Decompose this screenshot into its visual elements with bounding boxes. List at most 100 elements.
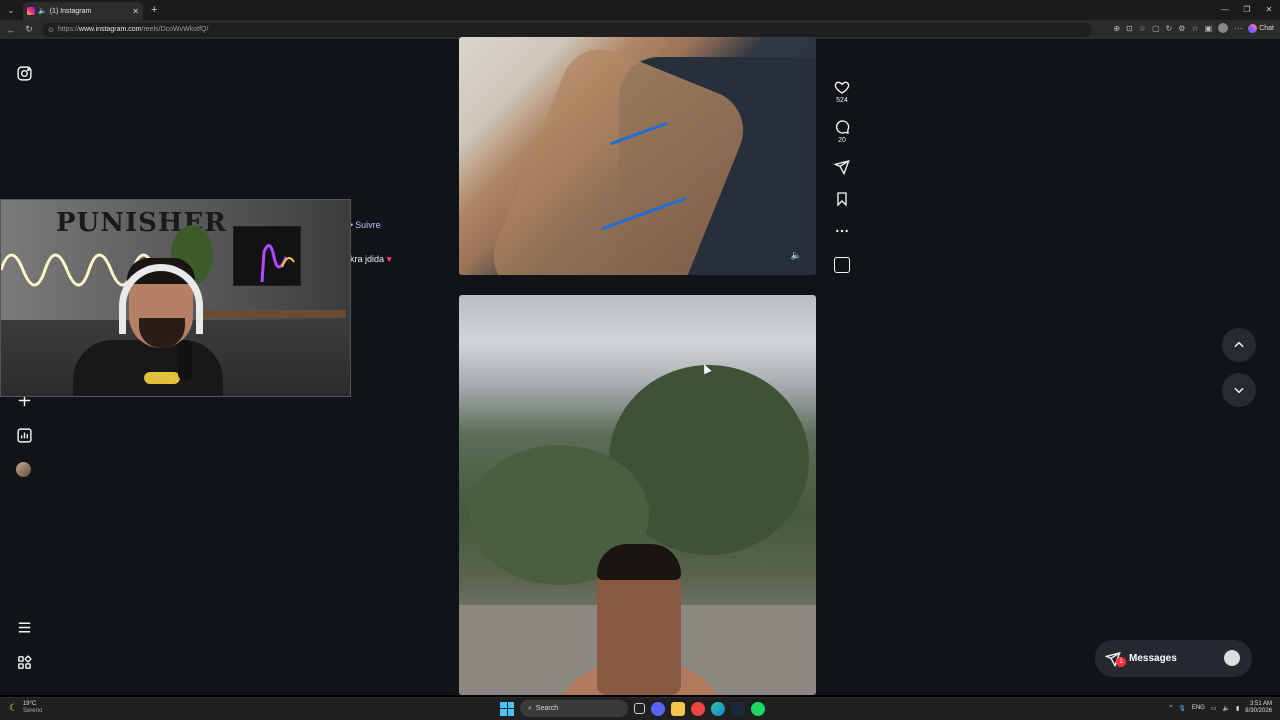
clock[interactable]: 3:51 AM 8/30/2026	[1245, 701, 1272, 715]
search-placeholder: Search	[535, 705, 559, 712]
window-controls: — ❐ ✕	[1214, 0, 1280, 20]
battery-icon[interactable]: ▮	[1236, 705, 1239, 712]
more-horizontal-icon	[836, 229, 848, 233]
messages-badge: 1	[1116, 657, 1126, 667]
dashboard-icon[interactable]	[16, 427, 33, 444]
minimize-button[interactable]: —	[1214, 0, 1236, 20]
save-action[interactable]	[830, 191, 854, 207]
more-menu-icon[interactable]: ⋯	[1234, 24, 1242, 33]
volume-icon[interactable]: 🔈	[1223, 705, 1230, 712]
close-window-button[interactable]: ✕	[1258, 0, 1280, 20]
follow-link[interactable]: • Suivre	[350, 220, 381, 230]
date: 8/30/2026	[1245, 708, 1272, 714]
tab-menu-icon[interactable]: ⌄	[3, 2, 19, 18]
browser-tab[interactable]: 🔈 (1) Instagram ✕	[23, 2, 143, 20]
taskbar-apps: ⌕ Search	[500, 700, 765, 717]
caption-text: kra jdida	[350, 254, 385, 264]
share-action[interactable]	[830, 159, 854, 175]
messages-label: Messages	[1129, 653, 1177, 664]
tray-overflow-icon[interactable]: ^	[1169, 705, 1172, 711]
spotify-icon[interactable]	[751, 701, 765, 716]
url-field[interactable]: ⊙ https://www.instagram.com/reels/DcoWvW…	[42, 22, 1092, 37]
zoom-icon[interactable]: ⊕	[1113, 24, 1120, 33]
reel-caption: kra jdida ♥	[350, 254, 392, 264]
steam-icon[interactable]	[731, 701, 745, 716]
favorites-icon[interactable]: ☆	[1191, 24, 1198, 33]
site-info-icon[interactable]: ⊙	[48, 26, 54, 34]
edge-icon[interactable]	[711, 701, 725, 716]
weather-widget[interactable]: ☾ 19°C Sereno	[9, 701, 42, 715]
chevron-down-icon	[1234, 387, 1244, 394]
url-domain: www.instagram.com	[78, 26, 142, 33]
read-aloud-icon[interactable]: ⊡	[1126, 24, 1133, 33]
temperature: 19°C	[22, 701, 37, 707]
comment-action[interactable]: 20	[830, 119, 854, 144]
system-tray: ^ 🎙 ENG ▭ 🔈 ▮ 3:51 AM 8/30/2026	[1169, 701, 1272, 715]
profile-avatar[interactable]	[1218, 23, 1229, 33]
chat-label: Chat	[1259, 24, 1274, 32]
comment-count: 20	[838, 137, 846, 144]
more-menu-icon[interactable]	[16, 619, 33, 636]
desk	[196, 310, 346, 318]
extensions-icon[interactable]: ⚙	[1178, 24, 1185, 33]
previous-reel-button[interactable]	[1222, 328, 1256, 362]
volume-icon[interactable]: 🔈	[791, 250, 802, 261]
network-icon[interactable]: ▭	[1211, 705, 1217, 712]
copilot-chat-button[interactable]: Chat	[1248, 23, 1274, 33]
profile-avatar-icon[interactable]	[16, 462, 31, 477]
messages-button[interactable]: 1 Messages	[1095, 640, 1252, 677]
close-tab-icon[interactable]: ✕	[132, 7, 139, 16]
refresh-ext-icon[interactable]: ↻	[1166, 24, 1173, 33]
chevron-up-icon	[1234, 341, 1244, 348]
file-explorer-icon[interactable]	[671, 701, 685, 716]
url-path: /reels/DcoWvWkotfQ/	[141, 26, 209, 33]
discord-app-icon[interactable]	[651, 701, 665, 716]
collections-icon[interactable]: ▣	[1205, 24, 1213, 33]
language-indicator[interactable]: ENG	[1192, 705, 1205, 711]
speaker-icon[interactable]: 🔈	[38, 7, 47, 15]
share-icon	[834, 160, 850, 175]
heart-icon	[834, 81, 850, 94]
like-action[interactable]: 524	[830, 79, 854, 104]
heart-emoji-icon: ♥	[386, 254, 392, 264]
url-prefix: https://	[57, 26, 79, 33]
streamer-body	[73, 340, 223, 396]
neon-light	[260, 244, 295, 283]
favorite-star-icon[interactable]: ☆	[1139, 24, 1146, 33]
also-from-meta-icon[interactable]	[16, 654, 33, 671]
instagram-logo-icon[interactable]	[16, 65, 33, 82]
video-content	[597, 544, 681, 580]
comment-icon	[835, 120, 850, 134]
start-button[interactable]	[500, 701, 514, 716]
message-avatar	[1224, 650, 1240, 666]
more-options-action[interactable]	[830, 223, 854, 239]
opera-gx-icon[interactable]	[691, 701, 705, 716]
browser-tab-bar: ⌄ 🔈 (1) Instagram ✕ + — ❐ ✕	[0, 0, 1280, 20]
split-screen-icon[interactable]: ▢	[1152, 24, 1160, 33]
like-count: 524	[836, 97, 848, 104]
task-view-icon[interactable]	[634, 703, 645, 714]
new-tab-button[interactable]: +	[151, 4, 157, 16]
back-icon[interactable]: ←	[4, 25, 18, 35]
taskbar-search[interactable]: ⌕ Search	[520, 700, 628, 717]
microphone-icon[interactable]: 🎙	[1178, 705, 1186, 712]
follow-label: Suivre	[355, 220, 381, 230]
reel-video-next[interactable]	[459, 295, 816, 695]
webcam-overlay: PUNISHER	[0, 199, 351, 397]
shirt-logo	[144, 372, 180, 384]
copilot-icon	[1248, 23, 1258, 33]
refresh-icon[interactable]: ↻	[22, 24, 36, 35]
wall-monitor	[233, 226, 301, 286]
restore-button[interactable]: ❐	[1236, 0, 1258, 20]
moon-icon: ☾	[9, 702, 18, 714]
audio-square-icon	[834, 257, 850, 273]
time: 3:51 AM	[1249, 701, 1272, 707]
next-reel-button[interactable]	[1222, 373, 1256, 407]
toolbar-icons: ⊕ ⊡ ☆ ▢ ↻ ⚙ ☆ ▣ ⋯ Chat	[1113, 23, 1274, 33]
reel-video-current[interactable]: 🔈	[459, 37, 816, 275]
instagram-favicon-icon	[27, 7, 35, 15]
tab-title: (1) Instagram	[49, 7, 92, 15]
bookmark-icon	[837, 192, 847, 207]
microphone	[178, 340, 192, 380]
audio-thumbnail[interactable]	[830, 257, 854, 273]
